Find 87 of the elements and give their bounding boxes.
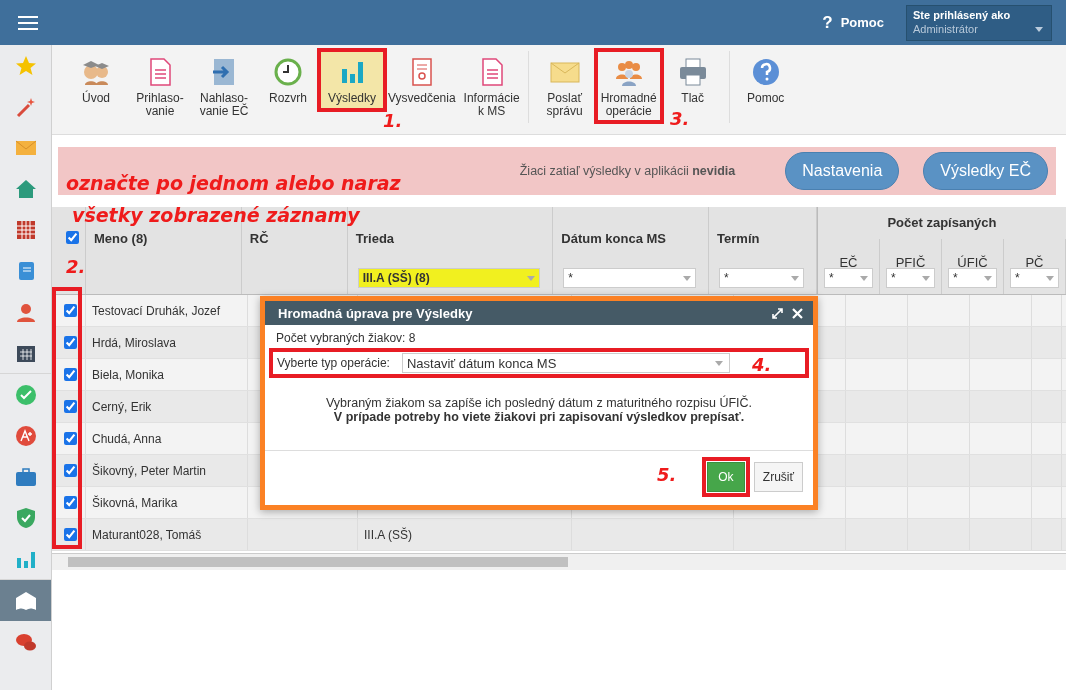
handwritten-annotation: 3. [670, 108, 690, 129]
toolbar-button[interactable]: Informácie k MS [459, 51, 524, 122]
handwritten-annotation: 2. [66, 256, 86, 277]
star-icon [14, 54, 37, 77]
row-checkbox[interactable] [64, 304, 77, 317]
selected-count: Počet vybraných žiakov: 8 [275, 331, 417, 345]
shield-icon [14, 506, 37, 529]
caret-icon [984, 275, 992, 281]
printer-icon [677, 57, 708, 87]
dialog-title: Hromadná úprava pre Výsledky [278, 305, 474, 321]
column-header: PFIČ [895, 255, 926, 270]
toolbar-button[interactable]: Poslať správu [532, 51, 597, 122]
caret-icon [527, 275, 536, 281]
home-icon [14, 177, 37, 200]
operation-dropdown[interactable]: Nastaviť dátum konca MS [401, 353, 730, 373]
user-dropdown[interactable]: Ste prihlásený ako Administrátor [906, 4, 1052, 41]
toolbar-button[interactable]: Vysvedčenia [384, 51, 460, 109]
toolbar-button[interactable]: Hromadné operácie [596, 51, 661, 122]
horizontal-scrollbar[interactable] [52, 553, 1066, 570]
column-header: Trieda [355, 231, 395, 246]
filter-dropdown[interactable]: * [1010, 268, 1059, 288]
table-cell: Chudá, Anna [92, 431, 162, 446]
help-link[interactable]: ? Pomoc [822, 12, 884, 33]
briefcase-icon [14, 465, 37, 488]
toolbar-button[interactable]: Úvod [64, 51, 128, 109]
check-icon [14, 383, 37, 406]
toolbar-button[interactable]: Tlač [660, 51, 725, 109]
toolbar-button[interactable]: Prihlaso- vanie [128, 51, 192, 122]
filter-dropdown[interactable]: * [719, 268, 804, 288]
grade-icon [14, 424, 37, 447]
caret-icon [791, 275, 799, 281]
column-header: RČ [249, 231, 269, 246]
filter-dropdown[interactable]: III.A (SŠ) (8) [357, 268, 541, 288]
filter-dropdown[interactable]: * [948, 268, 997, 288]
handwritten-annotation: 1. [383, 110, 403, 131]
column-header: PČ [1025, 255, 1044, 270]
column-group-header: Počet zapísaných [886, 214, 998, 232]
toolbar-button[interactable]: Rozvrh [256, 51, 320, 109]
handwritten-annotation: všetky zobrazené záznamy [72, 204, 360, 226]
expand-icon[interactable] [772, 307, 783, 319]
row-checkbox[interactable] [64, 528, 77, 541]
table-cell: Testovací Druhák, Jozef [92, 303, 221, 318]
caret-icon [1035, 26, 1043, 32]
filter-dropdown[interactable]: * [824, 268, 873, 288]
row-checkbox[interactable] [64, 368, 77, 381]
table-cell: Šikovná, Marika [92, 495, 178, 510]
row-checkbox[interactable] [64, 336, 77, 349]
grid-icon [14, 218, 37, 241]
handwritten-annotation: 4. [752, 354, 772, 375]
menu-icon[interactable] [18, 14, 38, 31]
handwritten-annotation: 5. [657, 464, 677, 485]
book-icon [14, 589, 37, 612]
toolbar-button[interactable]: Pomoc [733, 51, 798, 109]
table-cell: Maturant028, Tomáš [92, 527, 202, 542]
filter-dropdown[interactable]: * [886, 268, 935, 288]
caret-icon [683, 275, 692, 281]
table-cell: Hrdá, Miroslava [92, 335, 177, 350]
column-header: Termín [717, 231, 760, 246]
banner-message: Žiaci zatiaľ výsledky v aplikácii nevidia [519, 164, 736, 178]
help-icon [750, 57, 781, 87]
close-icon[interactable] [792, 307, 803, 319]
caret-icon [1046, 275, 1054, 281]
column-header: Dátum konca MS [561, 231, 667, 246]
sidebar-item[interactable] [0, 580, 51, 621]
operation-label: Vyberte typ operácie: [277, 356, 390, 370]
caret-icon [860, 275, 868, 281]
cancel-button[interactable]: Zrušiť [753, 462, 803, 492]
dialog-note: V prípade potreby ho viete žiakovi pri zapisovaní výsledkov prepísať. [332, 410, 746, 424]
column-header: Meno (8) [94, 231, 148, 246]
row-checkbox[interactable] [64, 432, 77, 445]
row-checkbox[interactable] [64, 400, 77, 413]
dialog-message: Vybraným žiakom sa zapíše ich posledný dátum z maturitného rozpisu ÚFIČ. [324, 396, 754, 410]
column-header: ÚFIČ [957, 255, 988, 270]
filter-dropdown[interactable]: * [563, 268, 697, 288]
toolbar-button[interactable]: Nahlaso- vanie EČ [192, 51, 256, 122]
column-header: EČ [839, 255, 858, 270]
table-cell: III.A (SŠ) [364, 527, 412, 542]
row-checkbox[interactable] [64, 496, 77, 509]
table-cell: Šikovný, Peter Martin [92, 463, 207, 478]
clock-icon [273, 57, 303, 87]
handwritten-annotation: označte po jednom alebo naraz [66, 172, 401, 194]
select-all-checkbox[interactable] [66, 231, 79, 244]
row-checkbox[interactable] [64, 464, 77, 477]
table-cell: Biela, Monika [92, 367, 165, 382]
toolbar-button[interactable]: Výsledky [320, 51, 384, 109]
caret-icon [922, 275, 930, 281]
table-cell: Cerný, Erik [92, 399, 152, 414]
